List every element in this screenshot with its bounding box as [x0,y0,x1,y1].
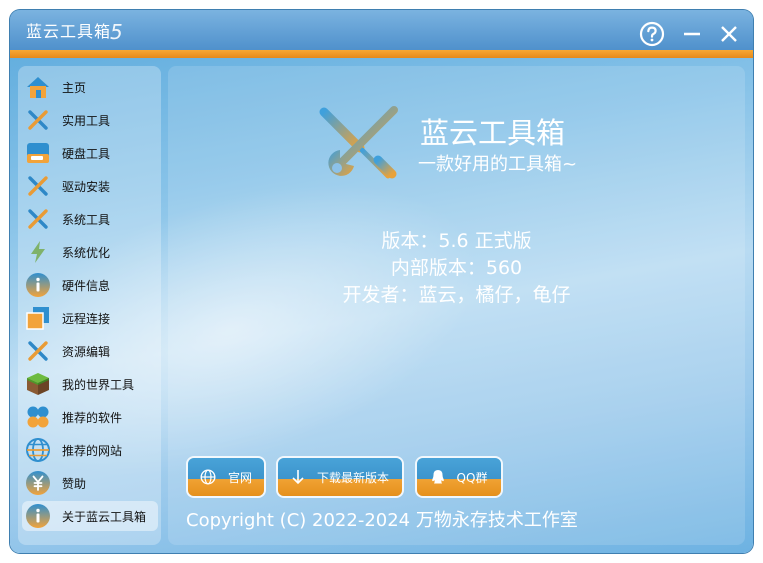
apps-icon [24,403,52,431]
download-latest-button[interactable]: 下载最新版本 [278,458,402,496]
close-button[interactable] [715,20,743,48]
sidebar-item-driver[interactable]: 驱动安装 [22,171,158,201]
download-button-label: 下载最新版本 [316,470,389,485]
sidebar-item-disk[interactable]: 硬盘工具 [22,138,158,168]
sidebar-item-hardware[interactable]: 硬件信息 [22,270,158,300]
copyright-text: Copyright (C) 2022-2024 万物永存技术工作室 [186,510,578,531]
help-icon [639,21,665,47]
sidebar-item-label: 推荐的网站 [62,443,123,458]
qq-group-button[interactable]: QQ群 [417,458,501,496]
sidebar-item-label: 关于蓝云工具箱 [62,509,147,524]
sidebar-item-about[interactable]: 关于蓝云工具箱 [22,501,158,531]
sidebar-item-label: 系统优化 [62,245,111,260]
sidebar-item-label: 系统工具 [62,212,111,227]
globe-icon [24,436,52,464]
sidebar-item-label: 推荐的软件 [62,410,123,425]
sidebar: 主页 实用工具 硬盘工具 驱动安装 系统工具 系统优化 硬件信息 远程连接 资源… [18,66,161,545]
yen-icon [24,469,52,497]
sidebar-item-home[interactable]: 主页 [22,72,158,102]
product-name: 蓝云工具箱 [420,116,566,150]
sidebar-item-resource-edit[interactable]: 资源编辑 [22,336,158,366]
app-title: 蓝云工具箱 [26,22,112,41]
disk-icon [24,139,52,167]
globe-icon [200,469,216,485]
qq-group-button-label: QQ群 [456,470,488,485]
sidebar-item-label: 我的世界工具 [62,377,135,392]
qq-penguin-icon [431,470,444,484]
website-button-label: 官网 [227,470,252,485]
sidebar-item-label: 远程连接 [62,311,111,326]
sidebar-item-label: 硬件信息 [62,278,111,293]
sidebar-item-tools[interactable]: 实用工具 [22,105,158,135]
sidebar-item-software[interactable]: 推荐的软件 [22,402,158,432]
sidebar-item-label: 主页 [62,80,87,95]
sidebar-item-minecraft[interactable]: 我的世界工具 [22,369,158,399]
sidebar-item-remote[interactable]: 远程连接 [22,303,158,333]
sidebar-item-system-tools[interactable]: 系统工具 [22,204,158,234]
app-logo-icon [319,106,398,179]
version-text: 版本：5.6 正式版 [381,230,532,252]
internal-version-text: 内部版本：560 [390,257,523,279]
home-icon [24,73,52,101]
info-icon [24,271,52,299]
help-button[interactable] [638,20,666,48]
download-arrow-icon [292,470,304,485]
title-bar: 蓝云工具箱 5 [10,10,753,58]
remote-icon [24,304,52,332]
product-slogan: 一款好用的工具箱~ [418,154,578,175]
sidebar-item-label: 资源编辑 [62,344,111,359]
app-version-badge: 5 [110,20,123,44]
about-panel: 蓝云工具箱 一款好用的工具箱~ 版本：5.6 正式版 内部版本：560 开发者：… [168,66,745,545]
info-icon [24,502,52,530]
close-icon [721,26,737,42]
sidebar-item-label: 驱动安装 [62,179,111,194]
tools-icon [24,172,52,200]
tools-icon [24,106,52,134]
lightning-icon [24,238,52,266]
minimize-icon [684,32,700,36]
sidebar-item-sponsor[interactable]: 赞助 [22,468,158,498]
sidebar-item-label: 赞助 [62,476,87,491]
developers-text: 开发者：蓝云，橘仔，龟仔 [342,284,571,306]
sidebar-item-websites[interactable]: 推荐的网站 [22,435,158,465]
sidebar-item-label: 实用工具 [62,113,111,128]
sidebar-item-optimize[interactable]: 系统优化 [22,237,158,267]
tools-icon [24,205,52,233]
app-window: 蓝云工具箱 5 主页 实用工具 硬盘工具 驱动安装 系统工具 系统优化 硬件信息… [10,10,753,553]
sidebar-item-label: 硬盘工具 [62,146,111,161]
website-button[interactable]: 官网 [188,458,264,496]
tools-icon [24,337,52,365]
minecraft-icon [24,370,52,398]
minimize-button[interactable] [678,20,706,48]
